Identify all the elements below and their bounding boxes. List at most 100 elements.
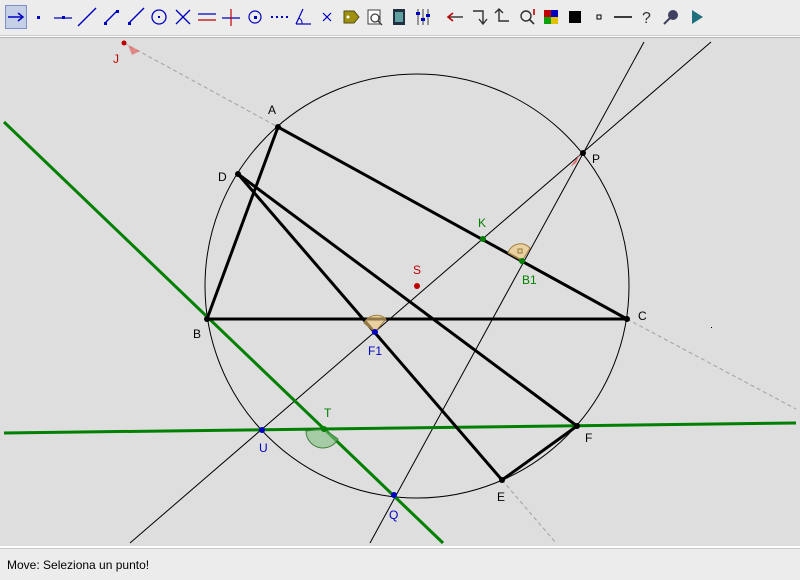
point-K[interactable]	[480, 236, 486, 242]
status-message: Move: Seleziona un punto!	[7, 558, 150, 572]
drawing-canvas[interactable]: J A D P K B1 S B C F1 T U F E Q	[0, 37, 800, 546]
redo-arrow-icon	[473, 10, 488, 26]
label-T: T	[324, 406, 332, 420]
redo-tool-button[interactable]	[468, 5, 490, 29]
line-style-icon	[614, 16, 632, 18]
zoom-tool-button[interactable]	[660, 5, 682, 29]
point-on-line-tool-button[interactable]	[52, 5, 74, 29]
filled-tool-button[interactable]	[564, 5, 586, 29]
cross-icon	[322, 12, 332, 22]
check-tool-button[interactable]	[516, 5, 538, 29]
line-style-tool-button[interactable]	[612, 5, 634, 29]
point-T[interactable]	[321, 426, 327, 432]
perpendicular-icon	[222, 9, 240, 26]
line-tool-button[interactable]	[76, 5, 98, 29]
dashed-line-C[interactable]	[626, 318, 797, 410]
arrow-icon	[8, 12, 25, 22]
color-tool-button[interactable]	[540, 5, 562, 29]
relation-tool-button[interactable]	[364, 5, 386, 29]
move-tool-button[interactable]	[5, 5, 27, 29]
film-icon	[393, 9, 405, 25]
inspect-icon	[520, 9, 535, 25]
undo-tool-button[interactable]	[492, 5, 514, 29]
svg-text:?: ?	[642, 10, 651, 27]
help-tool-button[interactable]: ?	[636, 5, 658, 29]
point-Q[interactable]	[391, 492, 397, 498]
label-A: A	[268, 103, 276, 117]
label-B: B	[193, 327, 201, 341]
filled-square-icon	[569, 11, 581, 23]
ray-icon	[128, 7, 145, 25]
toolbar: ?	[0, 0, 800, 36]
sliders-icon	[416, 9, 430, 25]
dotted-line-icon	[271, 16, 288, 18]
circle-icon	[151, 9, 167, 25]
label-D: D	[218, 170, 227, 184]
point-style-tool-button[interactable]	[588, 5, 610, 29]
left-arrow-icon	[446, 12, 463, 22]
line-icon	[77, 7, 97, 27]
parallel-icon	[198, 13, 216, 21]
angle-mark-J[interactable]	[128, 45, 140, 55]
green-line-U-F[interactable]	[3, 421, 797, 435]
segment-AB[interactable]	[205, 126, 280, 320]
label-F1: F1	[368, 344, 382, 358]
point-C[interactable]	[624, 316, 630, 322]
point-A[interactable]	[275, 124, 281, 130]
small-square-icon	[596, 14, 602, 20]
label-tool-button[interactable]	[340, 5, 362, 29]
segment-icon	[104, 10, 119, 25]
construction-svg[interactable]: J A D P K B1 S B C F1 T U F E Q	[0, 38, 800, 546]
intersect-tool-button[interactable]	[172, 5, 194, 29]
point-E[interactable]	[499, 477, 505, 483]
label-K: K	[478, 216, 486, 230]
point-F[interactable]	[574, 423, 580, 429]
play-icon	[692, 10, 703, 24]
point-B[interactable]	[204, 316, 210, 322]
dashed-line-E[interactable]	[501, 479, 557, 544]
animate-tool-button[interactable]	[686, 5, 708, 29]
point-J[interactable]	[121, 40, 127, 46]
ray-tool-button[interactable]	[124, 5, 146, 29]
label-F: F	[585, 431, 592, 445]
segment-DF[interactable]	[237, 172, 578, 428]
label-E: E	[497, 490, 505, 504]
point-P[interactable]	[580, 150, 586, 156]
label-B1: B1	[522, 273, 537, 287]
dashed-line-JA[interactable]	[123, 42, 279, 128]
stray-dot	[711, 327, 712, 328]
new-point-tool-button[interactable]	[28, 5, 50, 29]
angle-mark-B1[interactable]	[507, 243, 531, 262]
point-B1[interactable]	[519, 258, 525, 264]
polygon-tool-button[interactable]	[268, 5, 290, 29]
angle-mark-T[interactable]	[305, 428, 339, 449]
midpoint-tool-button[interactable]	[244, 5, 266, 29]
label-Q: Q	[389, 508, 398, 522]
circle-tool-button[interactable]	[148, 5, 170, 29]
parallel-tool-button[interactable]	[196, 5, 218, 29]
line-Q-P[interactable]	[369, 41, 645, 544]
magnifier-page-icon	[367, 9, 383, 26]
properties-tool-button[interactable]	[412, 5, 434, 29]
color-palette-icon	[544, 10, 558, 24]
undo-arrow-icon	[494, 8, 509, 22]
point-F1[interactable]	[372, 329, 378, 335]
perpendicular-tool-button[interactable]	[220, 5, 242, 29]
segment-EF[interactable]	[501, 424, 578, 482]
macro-tool-button[interactable]	[388, 5, 410, 29]
label-P: P	[592, 152, 600, 166]
tag-icon	[343, 10, 360, 24]
segment-AC[interactable]	[277, 125, 628, 321]
angle-tool-button[interactable]	[292, 5, 314, 29]
segment-tool-button[interactable]	[100, 5, 122, 29]
back-tool-button[interactable]	[444, 5, 466, 29]
delete-tool-button[interactable]	[316, 5, 338, 29]
point-S[interactable]	[414, 283, 420, 289]
point-icon	[37, 16, 40, 19]
question-icon: ?	[642, 10, 651, 27]
label-S: S	[413, 263, 421, 277]
midpoint-icon	[248, 10, 262, 24]
point-U[interactable]	[259, 427, 265, 433]
intersect-icon	[175, 9, 191, 25]
point-D[interactable]	[235, 171, 241, 177]
